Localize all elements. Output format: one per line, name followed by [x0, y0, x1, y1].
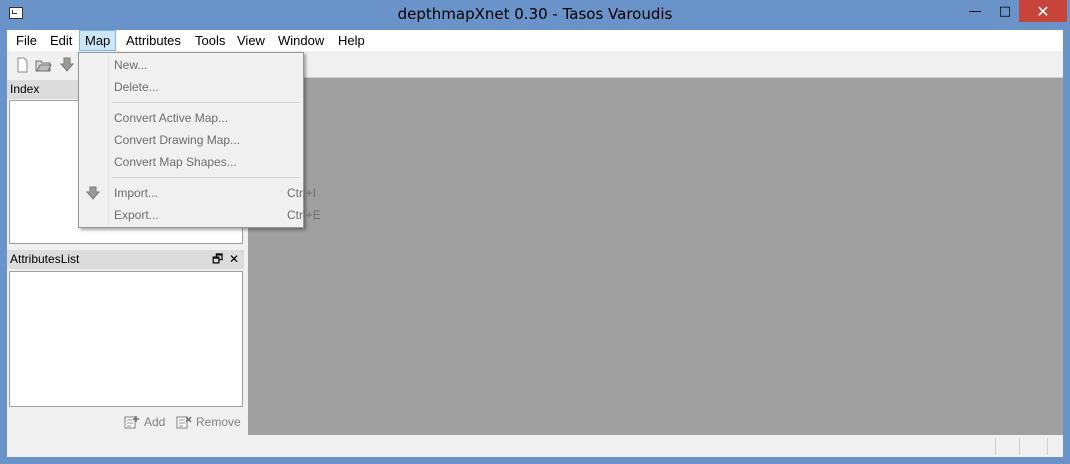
menu-bar: File Edit Map Attributes Tools View Wind… — [7, 30, 1063, 51]
map-menu-new[interactable]: New... — [114, 55, 300, 75]
menu-help[interactable]: Help — [332, 30, 371, 51]
map-menu-delete[interactable]: Delete... — [114, 77, 300, 97]
map-menu-convert-drawing-label: Convert Drawing Map... — [114, 133, 241, 147]
attributes-dock-header[interactable]: AttributesList 🗗 ✕ — [7, 250, 244, 269]
status-separator — [1047, 438, 1048, 455]
map-menu-import-shortcut: Ctrl+I — [287, 186, 317, 200]
map-menu-dropdown: New... Delete... Convert Active Map... C… — [78, 52, 321, 228]
menu-file[interactable]: File — [10, 30, 43, 51]
new-document-icon[interactable] — [13, 56, 31, 74]
menu-edit[interactable]: Edit — [44, 30, 78, 51]
remove-label: Remove — [196, 415, 241, 429]
add-attribute-button[interactable]: Add — [124, 415, 165, 429]
menu-window[interactable]: Window — [272, 30, 330, 51]
map-menu-convert-shapes-label: Convert Map Shapes... — [114, 155, 237, 169]
map-menu-delete-label: Delete... — [114, 80, 159, 94]
import-icon — [86, 186, 100, 200]
menu-map[interactable]: Map — [79, 30, 117, 51]
close-button[interactable]: ✕ — [1019, 0, 1067, 22]
map-menu-import[interactable]: Import... Ctrl+I — [114, 183, 316, 203]
map-menu-export[interactable]: Export... Ctrl+E — [114, 205, 321, 225]
mdi-toolbar-strip — [248, 58, 1063, 78]
attributes-list[interactable] — [9, 271, 243, 407]
close-dock-icon[interactable]: ✕ — [229, 250, 239, 269]
menu-view[interactable]: View — [231, 30, 271, 51]
menu-attributes[interactable]: Attributes — [120, 30, 187, 51]
map-menu-export-shortcut: Ctrl+E — [287, 208, 321, 222]
map-menu-new-label: New... — [114, 58, 148, 72]
status-separator — [995, 438, 996, 455]
menu-separator — [112, 177, 300, 178]
import-arrow-icon[interactable] — [58, 56, 76, 74]
map-menu-export-label: Export... — [114, 208, 159, 222]
minimize-button[interactable]: — — [960, 0, 990, 22]
map-menu-import-label: Import... — [114, 186, 159, 200]
remove-attribute-button[interactable]: Remove — [176, 415, 241, 429]
add-label: Add — [144, 415, 166, 429]
map-menu-convert-active-label: Convert Active Map... — [114, 111, 229, 125]
mdi-workspace[interactable] — [248, 78, 1063, 435]
float-dock-icon[interactable]: 🗗 — [212, 250, 223, 269]
remove-icon — [176, 416, 192, 429]
title-bar[interactable]: depthmapXnet 0.30 - Tasos Varoudis — □ ✕ — [0, 0, 1070, 30]
status-separator — [1019, 438, 1020, 455]
add-icon — [124, 416, 139, 429]
open-folder-icon[interactable] — [34, 56, 52, 74]
map-menu-convert-shapes[interactable]: Convert Map Shapes... — [114, 152, 300, 172]
menu-tools[interactable]: Tools — [189, 30, 231, 51]
maximize-button[interactable]: □ — [990, 0, 1020, 22]
map-menu-convert-drawing[interactable]: Convert Drawing Map... — [114, 130, 300, 150]
menu-separator — [112, 102, 300, 103]
status-bar — [7, 436, 1063, 457]
index-dock-title: Index — [10, 82, 40, 96]
app-window: depthmapXnet 0.30 - Tasos Varoudis — □ ✕… — [0, 0, 1070, 464]
attributes-dock-title: AttributesList — [10, 252, 80, 266]
menu-icon-gutter — [108, 55, 109, 225]
map-menu-convert-active[interactable]: Convert Active Map... — [114, 108, 300, 128]
window-title: depthmapXnet 0.30 - Tasos Varoudis — [397, 5, 673, 23]
